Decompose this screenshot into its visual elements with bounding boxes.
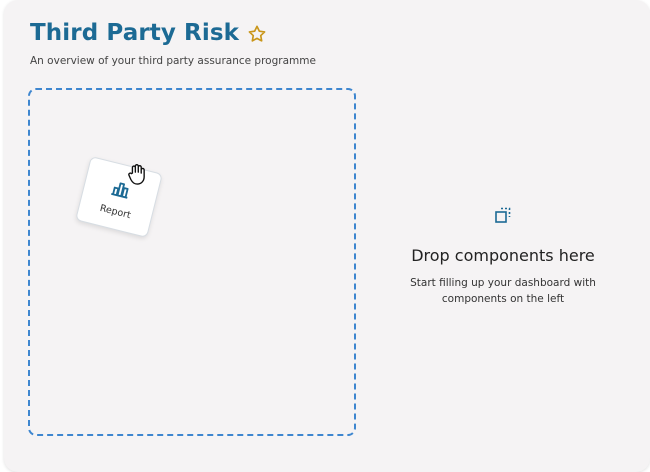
card-label: Report [98,202,132,221]
empty-state: Drop components here Start filling up yo… [356,206,650,307]
drop-target-icon [494,206,512,224]
drop-zone[interactable]: Report [28,88,356,436]
page-subtitle: An overview of your third party assuranc… [30,55,316,67]
star-icon[interactable] [247,24,267,44]
dashboard-panel: Third Party Risk An overview of your thi… [4,0,650,472]
report-component-card[interactable]: Report [75,156,163,238]
grab-hand-icon [126,162,148,186]
empty-state-description: Start filling up your dashboard with com… [410,277,596,305]
title-row: Third Party Risk [30,20,267,46]
page-title: Third Party Risk [30,20,240,46]
empty-state-title: Drop components here [411,246,595,265]
